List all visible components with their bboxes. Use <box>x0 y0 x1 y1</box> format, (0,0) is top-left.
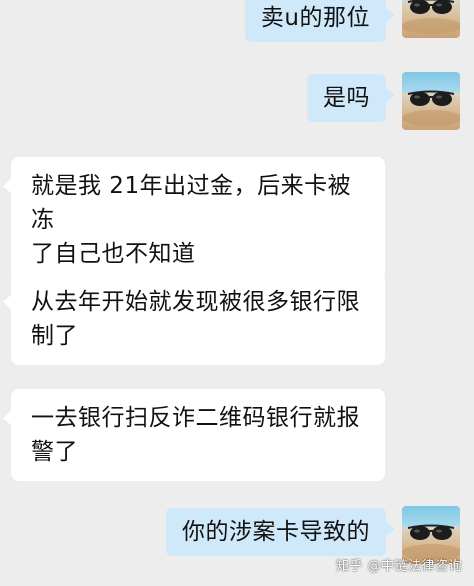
message-bubble-incoming[interactable]: 一去银行扫反诈二维码银行就报 警了 <box>3 389 385 481</box>
message-text-line: 就是我 21年出过金，后来卡被冻 <box>31 173 352 233</box>
message-text: 你的涉案卡导致的 <box>182 519 370 545</box>
message-bubble-outgoing[interactable]: 卖u的那位 <box>244 0 396 42</box>
message-bubble-outgoing[interactable]: 是吗 <box>307 74 395 122</box>
message-text-line: 警了 <box>31 439 78 465</box>
message-text-line: 了自己也不知道 <box>31 241 196 267</box>
message-text-line: 从去年开始就发现被很多银行限 <box>31 289 360 315</box>
user-avatar[interactable] <box>402 0 460 38</box>
watermark-text: 知乎 @中链法律咨询 <box>335 559 462 574</box>
message-bubble-incoming[interactable]: 从去年开始就发现被很多银行限 制了 <box>3 273 385 365</box>
message-text: 卖u的那位 <box>260 5 370 31</box>
message-bubble-incoming[interactable]: 就是我 21年出过金，后来卡被冻 了自己也不知道 <box>3 157 385 283</box>
message-text-line: 一去银行扫反诈二维码银行就报 <box>31 405 360 431</box>
chat-thread: 卖u的那位 是吗 就是我 21年出过金，后来卡被冻 了自己也不知道 从去年开始就… <box>0 0 474 586</box>
user-avatar[interactable] <box>402 72 460 130</box>
sunglasses-icon <box>402 90 460 126</box>
message-text-line: 制了 <box>31 323 78 349</box>
message-bubble-outgoing[interactable]: 你的涉案卡导致的 <box>166 508 395 556</box>
message-text: 是吗 <box>323 85 370 111</box>
sunglasses-icon <box>402 0 460 34</box>
